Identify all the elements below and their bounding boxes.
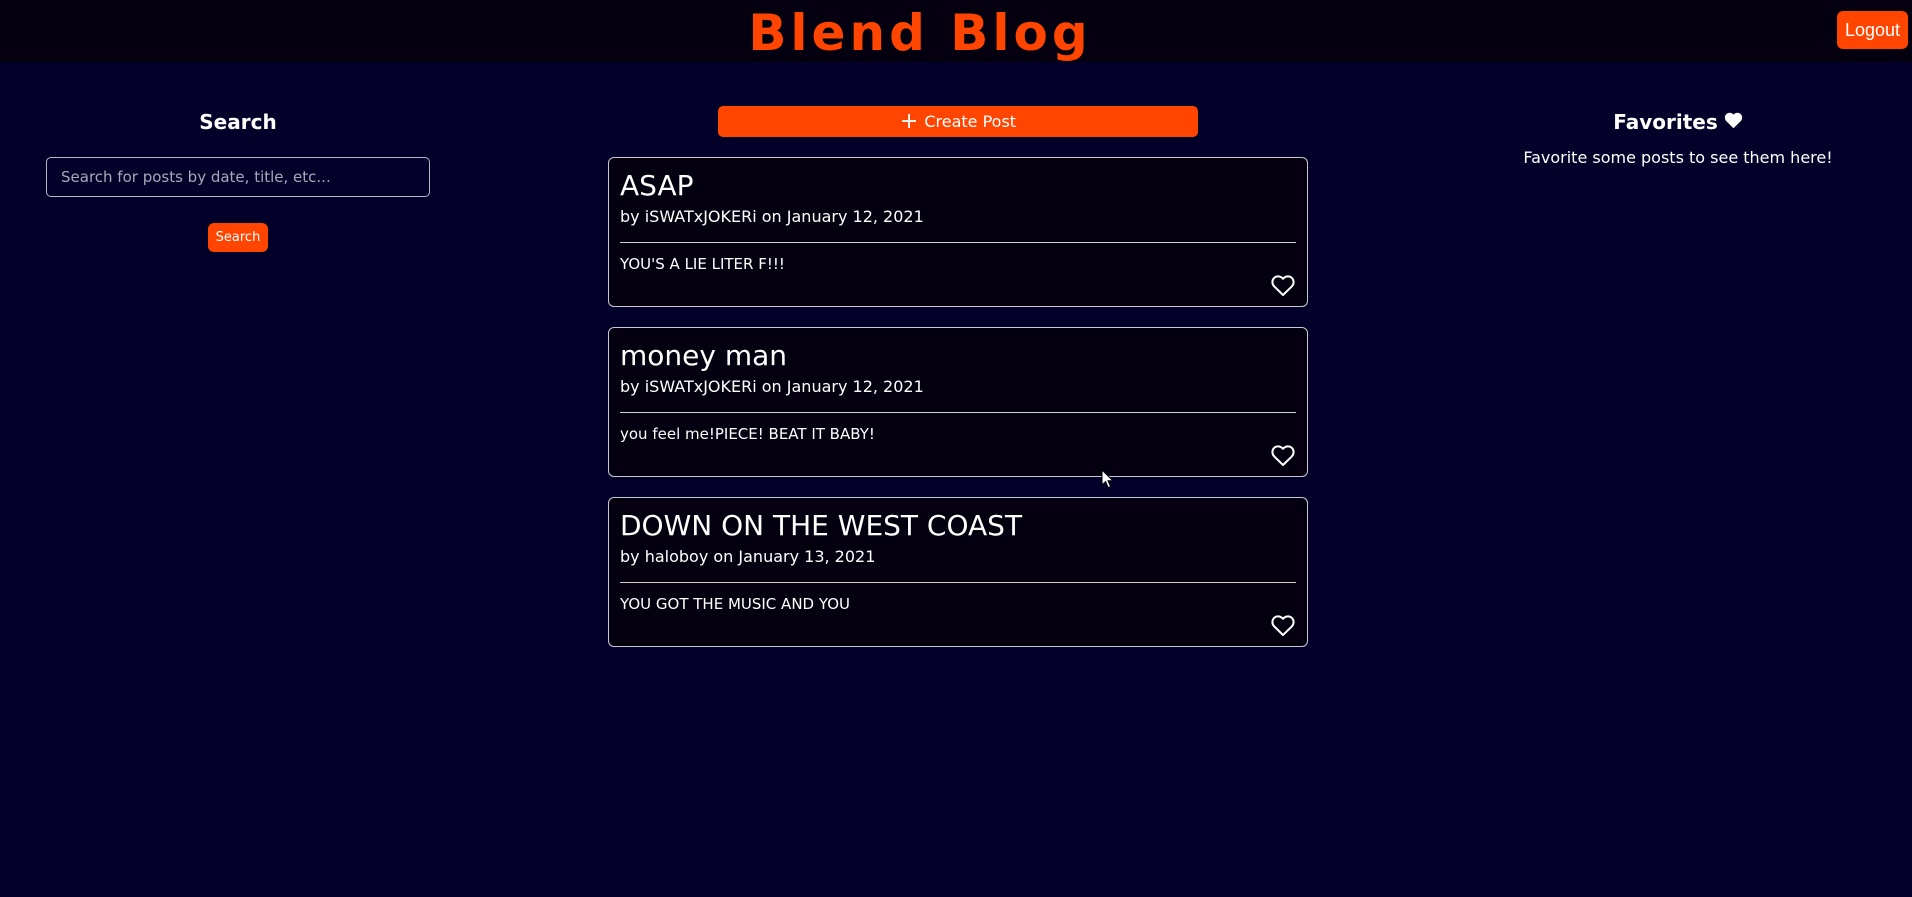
- search-button[interactable]: Search: [207, 223, 269, 252]
- post-card: ASAP by iSWATxJOKERi on January 12, 2021…: [608, 157, 1308, 307]
- site-brand[interactable]: Blend Blog: [0, 4, 1840, 62]
- top-navbar: Blend Blog Logout: [0, 0, 1912, 62]
- favorites-header: Favorites: [1480, 104, 1876, 140]
- search-input[interactable]: [46, 157, 430, 197]
- post-body: you feel me!PIECE! BEAT IT BABY!: [620, 425, 875, 443]
- create-post-label: Create Post: [924, 112, 1017, 131]
- create-post-button[interactable]: + Create Post: [718, 106, 1198, 137]
- post-meta: by haloboy on January 13, 2021: [620, 546, 1296, 583]
- favorites-empty-message: Favorite some posts to see them here!: [1523, 148, 1833, 167]
- post-card: money man by iSWATxJOKERi on January 12,…: [608, 327, 1308, 477]
- post-list: ASAP by iSWATxJOKERi on January 12, 2021…: [608, 157, 1308, 667]
- post-card: DOWN ON THE WEST COAST by haloboy on Jan…: [608, 497, 1308, 647]
- post-body: YOU GOT THE MUSIC AND YOU: [620, 595, 850, 613]
- search-title: Search: [199, 110, 277, 134]
- favorite-heart-icon[interactable]: [1271, 445, 1295, 467]
- mouse-cursor-icon: [1101, 468, 1115, 489]
- favorite-heart-icon[interactable]: [1271, 615, 1295, 637]
- logout-button[interactable]: Logout: [1836, 11, 1908, 49]
- post-meta: by iSWATxJOKERi on January 12, 2021: [620, 206, 1296, 243]
- post-meta: by iSWATxJOKERi on January 12, 2021: [620, 376, 1296, 413]
- post-title[interactable]: money man: [620, 338, 1296, 374]
- favorite-heart-icon[interactable]: [1271, 275, 1295, 297]
- heart-filled-icon: [1724, 104, 1743, 140]
- favorites-panel: Favorites Favorite some posts to see the…: [1480, 104, 1876, 167]
- favorites-title: Favorites: [1613, 110, 1718, 134]
- post-body: YOU'S A LIE LITER F!!!: [620, 255, 785, 273]
- post-title[interactable]: DOWN ON THE WEST COAST: [620, 508, 1296, 544]
- plus-icon: +: [899, 108, 919, 134]
- post-title[interactable]: ASAP: [620, 168, 1296, 204]
- search-panel: Search Search: [46, 104, 430, 252]
